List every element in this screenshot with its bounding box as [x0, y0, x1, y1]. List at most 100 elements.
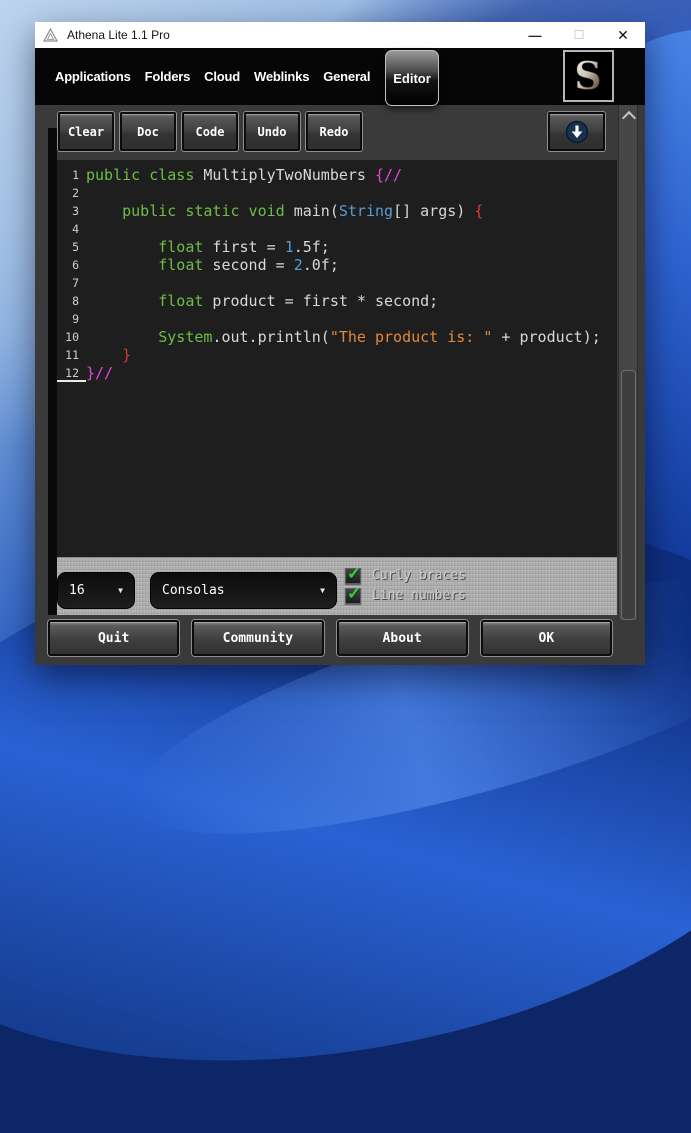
- code-line: 2: [57, 184, 617, 202]
- toolbar: Clear Doc Code Undo Redo: [58, 112, 362, 151]
- code-button[interactable]: Code: [182, 112, 238, 151]
- menu-item-weblinks[interactable]: Weblinks: [254, 69, 309, 84]
- menu-item-folders[interactable]: Folders: [145, 69, 191, 84]
- code-token: }: [122, 346, 132, 364]
- code-line: 4: [57, 220, 617, 238]
- code-token: float: [158, 256, 204, 274]
- editor-settings-panel: 16 ▼ Consolas ▼ ✓ Curly braces ✓ Line numbe…: [57, 557, 617, 615]
- line-number: 4: [72, 222, 79, 236]
- checkbox-row-line-numbers: ✓ Line numbers: [345, 584, 466, 605]
- maximize-button[interactable]: ☐: [557, 22, 601, 48]
- doc-button[interactable]: Doc: [120, 112, 176, 151]
- app-triangle-icon: [43, 28, 59, 43]
- check-icon: ✓: [347, 583, 362, 603]
- window-controls: — ☐ ✕: [513, 22, 645, 48]
- checkbox-label: Line numbers: [372, 588, 466, 603]
- line-number: 11: [65, 348, 79, 362]
- window-title: Athena Lite 1.1 Pro: [67, 28, 170, 42]
- redo-button[interactable]: Redo: [306, 112, 362, 151]
- code-token: }//: [86, 364, 114, 382]
- font-family-value: Consolas: [162, 583, 225, 598]
- line-number: 5: [72, 240, 79, 254]
- code-token: public class: [86, 166, 195, 184]
- font-size-dropdown[interactable]: 16 ▼: [57, 572, 135, 609]
- check-icon: ✓: [347, 563, 362, 583]
- scroll-up-icon[interactable]: [621, 110, 637, 126]
- monogram-icon: S: [574, 54, 602, 98]
- line-number: 1: [72, 168, 79, 182]
- clear-button[interactable]: Clear: [58, 112, 114, 151]
- chevron-down-icon: ▼: [118, 586, 123, 595]
- code-token: + product);: [492, 328, 601, 346]
- app-window: Athena Lite 1.1 Pro — ☐ ✕ Applications Fo…: [35, 22, 645, 665]
- content-frame: Clear Doc Code Undo Redo 1 public class Multi…: [35, 105, 645, 665]
- line-number: 6: [72, 258, 79, 272]
- minimize-button[interactable]: —: [513, 22, 557, 48]
- code-token: 2: [293, 256, 303, 274]
- code-token: second =: [203, 256, 294, 274]
- vertical-scrollbar[interactable]: [618, 105, 638, 620]
- checkbox-group: ✓ Curly braces ✓ Line numbers: [345, 564, 466, 605]
- quit-button[interactable]: Quit: [48, 620, 180, 656]
- code-token: first =: [203, 238, 285, 256]
- download-arrow-button[interactable]: [548, 112, 605, 151]
- scrollbar-thumb[interactable]: [621, 370, 636, 620]
- code-token: .5f;: [293, 238, 330, 256]
- panel-left-edge: [48, 128, 57, 615]
- undo-button[interactable]: Undo: [244, 112, 300, 151]
- code-token: float: [158, 238, 204, 256]
- title-bar: Athena Lite 1.1 Pro — ☐ ✕: [35, 22, 645, 48]
- code-token: {//: [375, 166, 403, 184]
- menu-items: Applications Folders Cloud Weblinks General: [55, 69, 384, 84]
- line-number: 2: [72, 186, 79, 200]
- code-token: "The product is: ": [329, 328, 493, 346]
- menu-item-cloud[interactable]: Cloud: [204, 69, 240, 84]
- checkbox[interactable]: ✓: [345, 584, 361, 604]
- code-line: 7: [57, 274, 617, 292]
- code-line: 12}//: [57, 364, 617, 382]
- menu-item-general[interactable]: General: [323, 69, 370, 84]
- code-token: float: [158, 292, 204, 310]
- checkbox-label: Curly braces: [372, 568, 466, 583]
- ok-button[interactable]: OK: [480, 620, 612, 656]
- code-token: .0f;: [302, 256, 339, 274]
- font-size-value: 16: [69, 583, 85, 598]
- code-token: public static void: [122, 202, 285, 220]
- code-line: 6 float second = 2.0f;: [57, 256, 617, 274]
- down-arrow-icon: [565, 120, 588, 143]
- code-editor[interactable]: 1 public class MultiplyTwoNumbers {// 2 3 p…: [57, 160, 617, 557]
- menu-bar: Applications Folders Cloud Weblinks General …: [35, 48, 645, 106]
- code-token: String: [338, 202, 394, 220]
- line-number: 8: [72, 294, 79, 308]
- code-line: 10 System .out.println("The product is: "…: [57, 328, 617, 346]
- checkbox-row-curly-braces: ✓ Curly braces: [345, 564, 466, 585]
- code-line: 1 public class MultiplyTwoNumbers {//: [57, 166, 617, 184]
- font-family-dropdown[interactable]: Consolas ▼: [150, 572, 337, 609]
- code-line: 3 public static void main(String[] args)…: [57, 202, 617, 220]
- code-token: .out.println(: [212, 328, 330, 346]
- code-token: {: [474, 202, 484, 220]
- menu-item-applications[interactable]: Applications: [55, 69, 131, 84]
- tab-editor[interactable]: Editor: [385, 50, 439, 106]
- code-line: 9: [57, 310, 617, 328]
- checkbox[interactable]: ✓: [345, 564, 361, 584]
- code-line: 5 float first = 1.5f;: [57, 238, 617, 256]
- about-button[interactable]: About: [336, 620, 468, 656]
- code-token: MultiplyTwoNumbers: [194, 166, 375, 184]
- code-token: 1: [284, 238, 294, 256]
- footer-buttons: Quit Community About OK: [48, 620, 612, 656]
- app-logo: S: [563, 50, 614, 102]
- svg-text:S: S: [574, 54, 601, 98]
- code-token: [] args): [393, 202, 475, 220]
- code-token: product = first * second;: [203, 292, 439, 310]
- close-button[interactable]: ✕: [601, 22, 645, 48]
- line-number: 7: [72, 276, 79, 290]
- community-button[interactable]: Community: [192, 620, 324, 656]
- code-token: System: [158, 328, 213, 346]
- code-token: main(: [284, 202, 339, 220]
